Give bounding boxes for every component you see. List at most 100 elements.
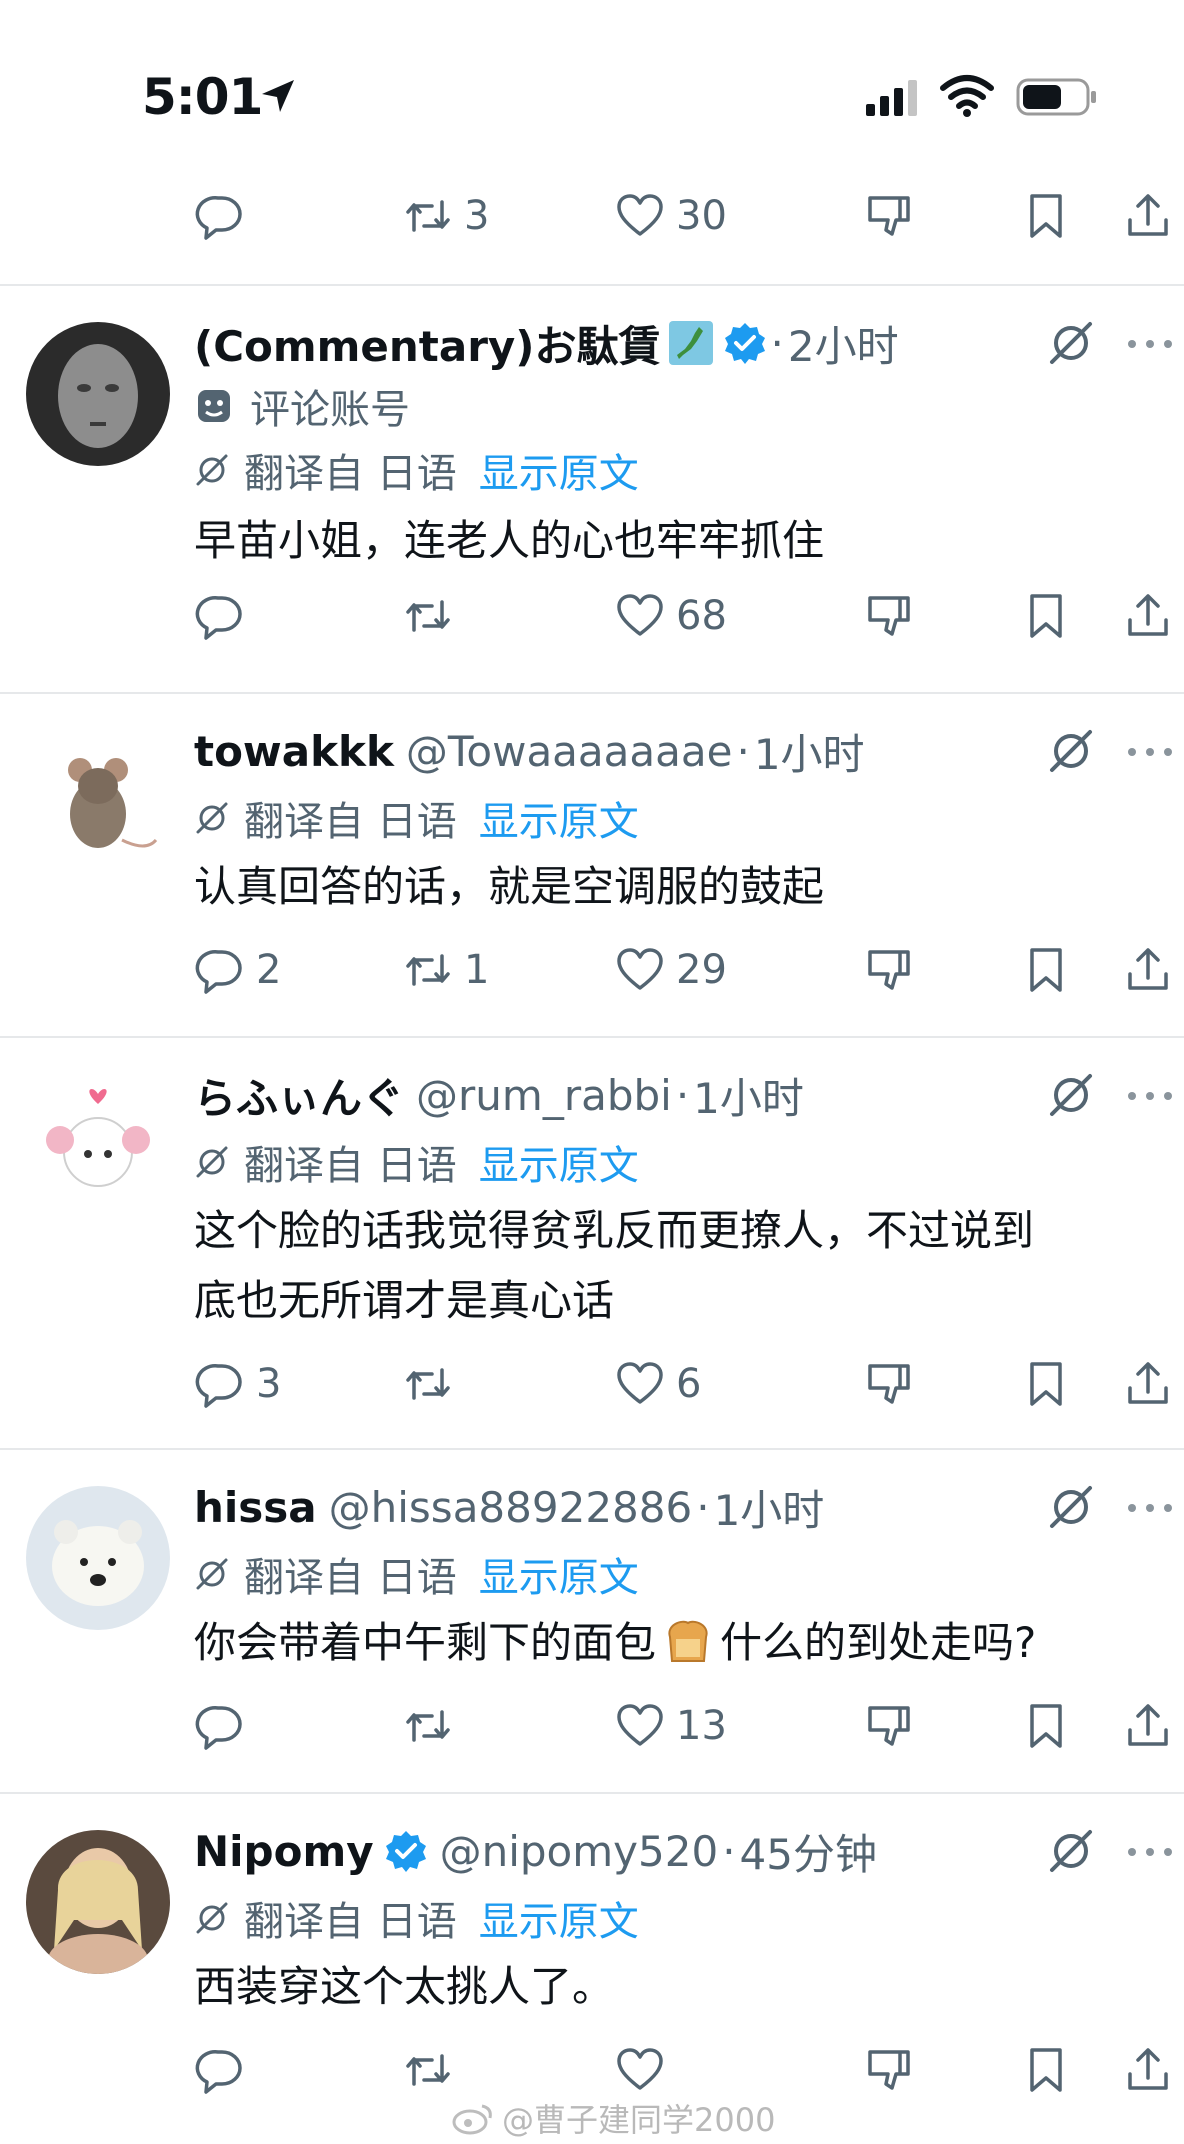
like-button[interactable] bbox=[614, 2040, 676, 2100]
retweet-icon bbox=[406, 1368, 450, 1400]
translate-icon[interactable] bbox=[1046, 1482, 1096, 1532]
share-button[interactable] bbox=[1122, 1354, 1174, 1414]
tweet-actions bbox=[0, 2040, 1184, 2100]
user-handle[interactable]: @hissa88922886 bbox=[329, 1483, 693, 1532]
heart-icon bbox=[617, 194, 663, 236]
share-icon bbox=[1128, 948, 1168, 990]
share-button[interactable] bbox=[1122, 186, 1174, 246]
like-button[interactable]: 13 bbox=[614, 1696, 727, 1756]
retweet-button[interactable] bbox=[402, 586, 464, 646]
translate-icon[interactable] bbox=[1046, 1070, 1096, 1120]
reply-icon bbox=[195, 1364, 242, 1408]
bookmark-button[interactable] bbox=[1020, 586, 1072, 646]
reply-button[interactable]: 3 bbox=[194, 1354, 281, 1414]
retweet-button[interactable] bbox=[402, 2040, 464, 2100]
reply-button[interactable] bbox=[194, 2040, 256, 2100]
status-time: 5:01 bbox=[142, 68, 263, 126]
more-options-icon[interactable] bbox=[1126, 1842, 1174, 1862]
japan-map-icon bbox=[668, 321, 713, 365]
more-options-icon[interactable] bbox=[1126, 1498, 1174, 1518]
dislike-button[interactable] bbox=[864, 2040, 916, 2100]
avatar[interactable] bbox=[26, 1486, 170, 1630]
translation-row: 翻译自 日语 显示原文 bbox=[194, 788, 639, 848]
bookmark-button[interactable] bbox=[1020, 186, 1072, 246]
share-button[interactable] bbox=[1122, 940, 1174, 1000]
sheep-avatar-image bbox=[26, 1074, 170, 1218]
share-button[interactable] bbox=[1122, 1696, 1174, 1756]
show-original-link[interactable]: 显示原文 bbox=[479, 789, 639, 847]
dislike-button[interactable] bbox=[864, 1354, 916, 1414]
show-original-link[interactable]: 显示原文 bbox=[479, 1889, 639, 1947]
display-name[interactable]: Nipomy bbox=[194, 1827, 374, 1876]
display-name[interactable]: towakkk bbox=[194, 727, 394, 776]
tweet-time[interactable]: 45分钟 bbox=[740, 1821, 877, 1882]
like-button[interactable]: 68 bbox=[614, 586, 727, 646]
reply-icon bbox=[195, 596, 242, 640]
bookmark-button[interactable] bbox=[1020, 940, 1072, 1000]
more-options-icon[interactable] bbox=[1126, 334, 1174, 354]
reply-button[interactable] bbox=[194, 186, 256, 246]
retweet-icon bbox=[406, 200, 450, 232]
retweet-icon bbox=[406, 600, 450, 632]
retweet-icon bbox=[406, 2054, 450, 2086]
retweet-button[interactable]: 3 bbox=[402, 186, 489, 246]
translate-icon bbox=[196, 454, 228, 486]
retweet-icon bbox=[406, 1710, 450, 1742]
avatar[interactable] bbox=[26, 1074, 170, 1218]
display-name[interactable]: らふぃんぐ bbox=[194, 1065, 404, 1126]
avatar[interactable] bbox=[26, 1830, 170, 1974]
user-handle[interactable]: @Towaaaaaaae bbox=[406, 727, 733, 776]
user-handle[interactable]: @rum_rabbi bbox=[416, 1071, 672, 1120]
reply-button[interactable] bbox=[194, 586, 256, 646]
dislike-button[interactable] bbox=[864, 1696, 916, 1756]
retweet-button[interactable] bbox=[402, 1696, 464, 1756]
like-button[interactable]: 29 bbox=[614, 940, 727, 1000]
share-button[interactable] bbox=[1122, 586, 1174, 646]
dislike-button[interactable] bbox=[864, 586, 916, 646]
like-button[interactable]: 30 bbox=[614, 186, 727, 246]
show-original-link[interactable]: 显示原文 bbox=[479, 441, 639, 499]
retweet-button[interactable] bbox=[402, 1354, 464, 1414]
tweet-actions: 3 6 bbox=[0, 1354, 1184, 1414]
tweet-time[interactable]: 2小时 bbox=[788, 313, 899, 374]
bookmark-button[interactable] bbox=[1020, 1696, 1072, 1756]
thumbs-down-icon bbox=[868, 1364, 910, 1404]
thumbs-down-icon bbox=[868, 1706, 910, 1746]
more-options-icon[interactable] bbox=[1126, 742, 1174, 762]
thumbs-down-icon bbox=[868, 2050, 910, 2090]
avatar[interactable] bbox=[26, 730, 170, 874]
show-original-link[interactable]: 显示原文 bbox=[479, 1545, 639, 1603]
separator bbox=[0, 692, 1184, 694]
separator bbox=[0, 284, 1184, 286]
separator bbox=[0, 1792, 1184, 1794]
reply-icon bbox=[195, 2050, 242, 2094]
dislike-button[interactable] bbox=[864, 940, 916, 1000]
tweet-time[interactable]: 1小时 bbox=[714, 1477, 825, 1538]
tweet-text: 早苗小姐，连老人的心也牢牢抓住 bbox=[194, 516, 825, 565]
display-name[interactable]: hissa bbox=[194, 1483, 317, 1532]
heart-icon bbox=[617, 1362, 663, 1404]
tweet-time[interactable]: 1小时 bbox=[754, 721, 865, 782]
tweet-actions: 13 bbox=[0, 1696, 1184, 1756]
avatar[interactable] bbox=[26, 322, 170, 466]
translate-icon[interactable] bbox=[1046, 1826, 1096, 1876]
retweet-button[interactable]: 1 bbox=[402, 940, 489, 1000]
translate-icon[interactable] bbox=[1046, 318, 1096, 368]
bookmark-icon bbox=[1030, 1362, 1062, 1406]
more-options-icon[interactable] bbox=[1126, 1086, 1174, 1106]
translate-icon[interactable] bbox=[1046, 726, 1096, 776]
translate-icon bbox=[196, 1902, 228, 1934]
bookmark-button[interactable] bbox=[1020, 1354, 1072, 1414]
reply-button[interactable]: 2 bbox=[194, 940, 281, 1000]
thumbs-down-icon bbox=[868, 196, 910, 236]
bookmark-button[interactable] bbox=[1020, 2040, 1072, 2100]
show-original-link[interactable]: 显示原文 bbox=[479, 1133, 639, 1191]
reply-button[interactable] bbox=[194, 1696, 256, 1756]
like-button[interactable]: 6 bbox=[614, 1354, 701, 1414]
tweet-actions: 68 bbox=[0, 586, 1184, 646]
tweet-time[interactable]: 1小时 bbox=[693, 1065, 804, 1126]
display-name[interactable]: (Commentary)お駄賃 bbox=[194, 313, 661, 374]
user-handle[interactable]: @nipomy520 bbox=[440, 1827, 719, 1876]
dislike-button[interactable] bbox=[864, 186, 916, 246]
share-button[interactable] bbox=[1122, 2040, 1174, 2100]
